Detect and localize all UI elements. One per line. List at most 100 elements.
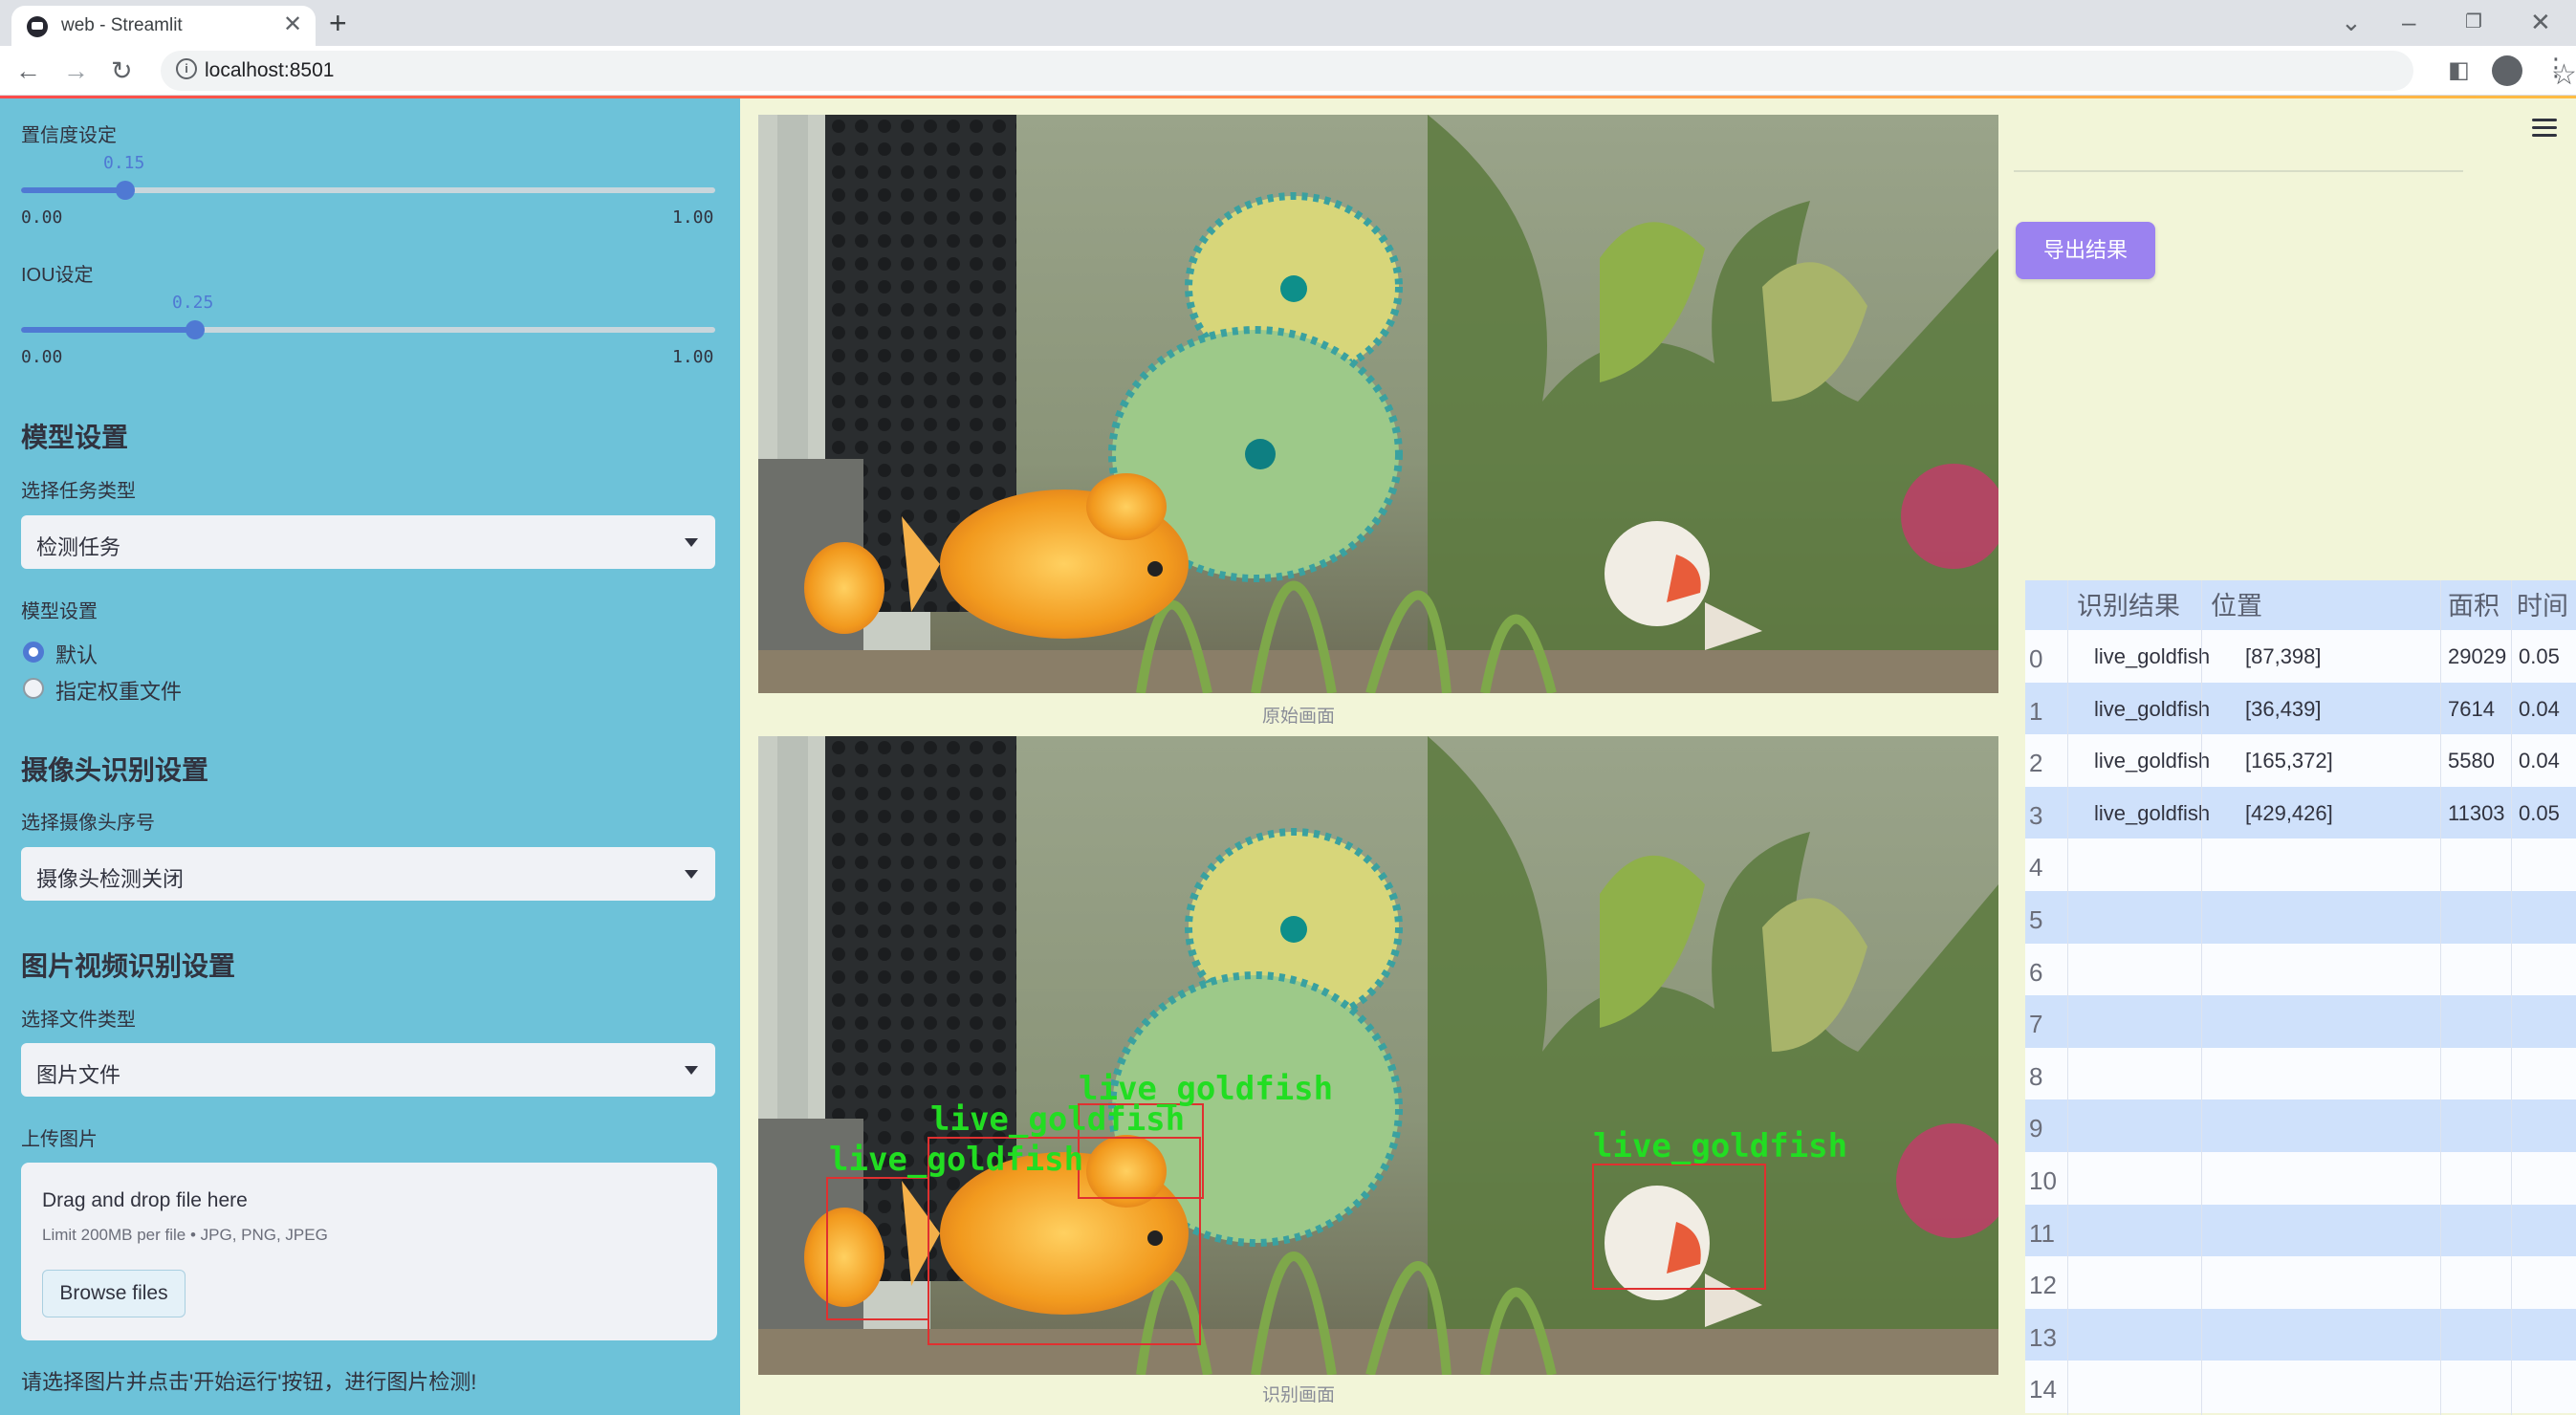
cell-position: [87,398]: [2245, 644, 2322, 668]
confidence-slider-thumb[interactable]: [115, 181, 135, 200]
iou-max: 1.00: [672, 347, 714, 367]
drop-text: Drag and drop file here: [42, 1189, 248, 1211]
iou-value: 0.25: [172, 293, 214, 313]
confidence-min: 0.00: [21, 207, 63, 228]
cell-position: [429,426]: [2245, 800, 2333, 825]
reload-icon[interactable]: ↻: [111, 54, 133, 88]
minimize-icon[interactable]: –: [2402, 6, 2415, 38]
model-label: 模型设置: [21, 601, 98, 622]
table-row[interactable]: 5: [2025, 891, 2576, 944]
divider: [2014, 170, 2463, 172]
row-index: 5: [2029, 905, 2043, 934]
file-type-value: 图片文件: [36, 1063, 121, 1087]
column-header-result[interactable]: 识别结果: [2077, 580, 2180, 633]
radio-custom-weights[interactable]: [23, 678, 44, 699]
restore-icon[interactable]: ❐: [2465, 6, 2482, 38]
table-row[interactable]: 14: [2025, 1361, 2576, 1414]
profile-avatar-icon[interactable]: [2492, 55, 2522, 86]
tab-search-icon[interactable]: ⌄: [2341, 6, 2362, 38]
side-panel-icon[interactable]: ◧: [2448, 54, 2470, 88]
back-icon[interactable]: ←: [15, 54, 41, 88]
cell-area: 7614: [2448, 696, 2495, 721]
radio-default-label[interactable]: 默认: [55, 639, 98, 669]
hint-text: 请选择图片并点击'开始运行'按钮，进行图片检测!: [21, 1370, 477, 1394]
table-row[interactable]: 4: [2025, 838, 2576, 892]
address-bar: ← → ↻ i localhost:8501 ☆ ◧ ⋮: [0, 46, 2576, 96]
row-index: 2: [2029, 749, 2043, 778]
close-tab-icon[interactable]: ✕: [283, 11, 302, 38]
cell-area: 11303: [2448, 800, 2505, 825]
file-type-select[interactable]: 图片文件: [21, 1043, 715, 1097]
table-row[interactable]: 7: [2025, 995, 2576, 1049]
radio-default[interactable]: [23, 642, 44, 663]
detection-label: live_goldfish: [1593, 1127, 1847, 1165]
column-header-position[interactable]: 位置: [2211, 580, 2262, 633]
tab-title: web - Streamlit: [61, 15, 183, 35]
radio-custom-weights-label[interactable]: 指定权重文件: [55, 675, 182, 706]
camera-settings-title: 摄像头识别设置: [21, 755, 209, 785]
table-row[interactable]: 13: [2025, 1308, 2576, 1361]
column-header-time[interactable]: 时间: [2517, 580, 2568, 633]
aquarium-result-picture: live_goldfish live_goldfish live_goldfis…: [758, 736, 1998, 1375]
new-tab-icon[interactable]: +: [329, 4, 347, 42]
row-index: 12: [2029, 1271, 2057, 1300]
iou-slider[interactable]: [21, 327, 715, 333]
camera-index-select[interactable]: 摄像头检测关闭: [21, 847, 715, 901]
cell-area: 29029: [2448, 644, 2507, 668]
table-row[interactable]: 1 live_goldfish [36,439] 7614 0.04: [2025, 682, 2576, 735]
row-index: 4: [2029, 853, 2043, 882]
column-divider: [2511, 580, 2512, 1415]
close-window-icon[interactable]: ✕: [2530, 6, 2551, 38]
row-index: 1: [2029, 696, 2043, 726]
browse-files-button[interactable]: Browse files: [42, 1270, 186, 1317]
table-row[interactable]: 2 live_goldfish [165,372] 5580 0.04: [2025, 734, 2576, 788]
column-header-area[interactable]: 面积: [2448, 580, 2500, 633]
upload-label: 上传图片: [21, 1129, 98, 1150]
file-type-label: 选择文件类型: [21, 1010, 136, 1031]
iou-slider-thumb[interactable]: [185, 320, 205, 339]
result-image-caption: 识别画面: [1262, 1385, 1336, 1405]
cell-result: live_goldfish: [2094, 749, 2211, 773]
table-row[interactable]: 6: [2025, 943, 2576, 996]
confidence-slider-fill: [21, 187, 125, 193]
table-row[interactable]: 8: [2025, 1047, 2576, 1100]
model-settings-title: 模型设置: [21, 423, 129, 452]
confidence-value: 0.15: [103, 153, 145, 173]
task-type-label: 选择任务类型: [21, 481, 136, 502]
table-row[interactable]: 11: [2025, 1204, 2576, 1257]
camera-index-value: 摄像头检测关闭: [36, 867, 185, 891]
iou-min: 0.00: [21, 347, 63, 367]
file-uploader-dropzone[interactable]: Drag and drop file here Limit 200MB per …: [21, 1163, 717, 1340]
column-divider: [2067, 580, 2068, 1415]
cell-result: live_goldfish: [2094, 696, 2211, 721]
export-results-button[interactable]: 导出结果: [2016, 222, 2155, 279]
row-index: 6: [2029, 957, 2043, 987]
row-index: 8: [2029, 1061, 2043, 1091]
row-index: 14: [2029, 1375, 2057, 1404]
table-row[interactable]: 9: [2025, 1099, 2576, 1153]
forward-icon[interactable]: →: [63, 54, 89, 88]
iou-label: IOU设定: [21, 265, 94, 286]
site-info-icon[interactable]: i: [176, 58, 197, 79]
table-row[interactable]: 12: [2025, 1256, 2576, 1310]
camera-index-label: 选择摄像头序号: [21, 813, 155, 834]
iou-slider-fill: [21, 327, 195, 333]
chevron-down-icon: [685, 870, 698, 879]
row-index: 13: [2029, 1322, 2057, 1352]
browser-tab[interactable]: web - Streamlit ✕: [11, 6, 316, 46]
table-row[interactable]: 0 live_goldfish [87,398] 29029 0.05: [2025, 630, 2576, 683]
task-type-select[interactable]: 检测任务: [21, 515, 715, 569]
table-row[interactable]: 10: [2025, 1152, 2576, 1205]
chevron-down-icon: [685, 1066, 698, 1075]
cell-time: 0.05: [2519, 800, 2560, 825]
task-type-value: 检测任务: [36, 535, 121, 559]
original-image-caption: 原始画面: [1262, 707, 1336, 727]
result-image: live_goldfish live_goldfish live_goldfis…: [758, 736, 1998, 1375]
hamburger-menu-icon[interactable]: [2532, 119, 2557, 142]
media-settings-title: 图片视频识别设置: [21, 951, 236, 981]
url-box[interactable]: i localhost:8501 ☆: [161, 51, 2576, 91]
row-index: 9: [2029, 1114, 2043, 1143]
browser-menu-icon[interactable]: ⋮: [2543, 53, 2568, 82]
results-table[interactable]: 识别结果 位置 面积 时间 0 live_goldfish [87,398] 2902…: [2025, 580, 2576, 1415]
table-row[interactable]: 3 live_goldfish [429,426] 11303 0.05: [2025, 786, 2576, 839]
